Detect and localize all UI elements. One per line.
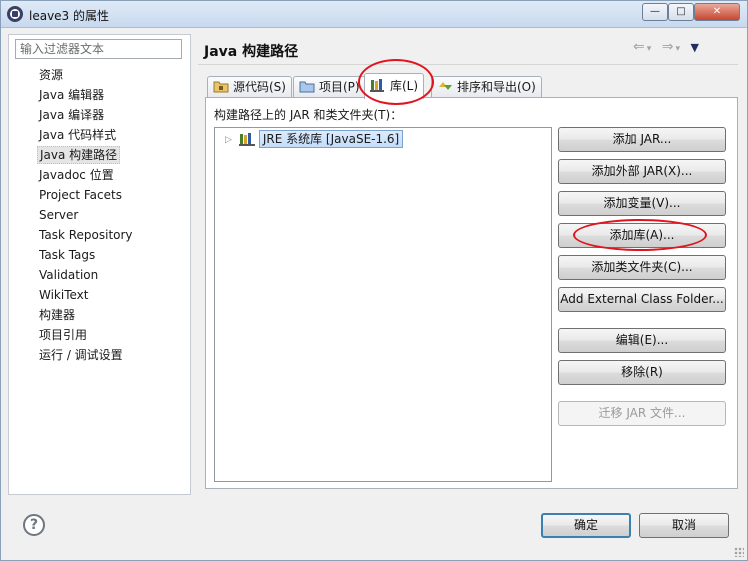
settings-tree-pane: 资源 Java 编辑器 Java 编译器 Java 代码样式 Java 构建路径… bbox=[8, 34, 191, 495]
nav-item-resource[interactable]: 资源 bbox=[9, 65, 190, 85]
minimize-button[interactable]: — bbox=[642, 3, 668, 21]
build-path-tree[interactable]: ▷ JRE 系统库 [JavaSE-1.6] bbox=[214, 127, 552, 482]
nav-item-project-facets[interactable]: Project Facets bbox=[9, 185, 190, 205]
nav-item-label: Task Tags bbox=[39, 248, 96, 262]
nav-item-wikitext[interactable]: WikiText bbox=[9, 285, 190, 305]
nav-item-label: Java 代码样式 bbox=[39, 128, 117, 142]
add-variable-button[interactable]: 添加变量(V)... bbox=[558, 191, 726, 216]
window-title: leave3 的属性 bbox=[29, 9, 110, 23]
tab-label: 项目(P) bbox=[319, 80, 360, 94]
settings-nav-list: 资源 Java 编辑器 Java 编译器 Java 代码样式 Java 构建路径… bbox=[9, 65, 190, 365]
eclipse-app-icon bbox=[7, 6, 23, 22]
tab-libraries[interactable]: 库(L) bbox=[364, 73, 425, 99]
tab-projects[interactable]: 项目(P) bbox=[293, 76, 366, 98]
add-class-folder-button[interactable]: 添加类文件夹(C)... bbox=[558, 255, 726, 280]
nav-item-validation[interactable]: Validation bbox=[9, 265, 190, 285]
nav-item-label: 运行 / 调试设置 bbox=[39, 348, 123, 362]
tab-order-export[interactable]: 排序和导出(O) bbox=[431, 76, 542, 98]
remove-button[interactable]: 移除(R) bbox=[558, 360, 726, 385]
tab-source[interactable]: 源代码(S) bbox=[207, 76, 292, 98]
tree-item-label: JRE 系统库 [JavaSE-1.6] bbox=[258, 130, 404, 148]
help-icon[interactable]: ? bbox=[23, 514, 45, 536]
properties-dialog: leave3 的属性 — □ ✕ 资源 Java 编辑器 Java 编译器 Ja… bbox=[0, 0, 748, 561]
order-export-icon bbox=[439, 82, 452, 90]
nav-item-javadoc-location[interactable]: Javadoc 位置 bbox=[9, 165, 190, 185]
add-jar-button[interactable]: 添加 JAR... bbox=[558, 127, 726, 152]
resize-grip-icon[interactable] bbox=[734, 547, 744, 557]
nav-item-label: Java 编译器 bbox=[39, 108, 105, 122]
nav-item-label: 构建器 bbox=[39, 308, 76, 322]
maximize-button[interactable]: □ bbox=[668, 3, 694, 21]
close-button[interactable]: ✕ bbox=[694, 3, 740, 21]
nav-item-label: 项目引用 bbox=[39, 328, 88, 342]
forward-arrow-icon[interactable]: ⇒ bbox=[662, 39, 674, 55]
tab-label: 源代码(S) bbox=[233, 80, 286, 94]
filter-input[interactable] bbox=[15, 39, 182, 59]
library-icon bbox=[238, 133, 255, 146]
nav-item-java-build-path[interactable]: Java 构建路径 bbox=[9, 145, 190, 165]
nav-item-label: Project Facets bbox=[39, 188, 122, 202]
header-separator bbox=[198, 64, 738, 65]
nav-item-label: 资源 bbox=[39, 68, 64, 82]
nav-item-task-repository[interactable]: Task Repository bbox=[9, 225, 190, 245]
view-menu-icon[interactable]: ▼ bbox=[690, 41, 698, 54]
title-bar[interactable]: leave3 的属性 — □ ✕ bbox=[1, 1, 747, 28]
nav-item-java-editor[interactable]: Java 编辑器 bbox=[9, 85, 190, 105]
nav-item-server[interactable]: Server bbox=[9, 205, 190, 225]
ok-button[interactable]: 确定 bbox=[541, 513, 631, 538]
nav-item-builders[interactable]: 构建器 bbox=[9, 305, 190, 325]
page-title: Java 构建路径 bbox=[204, 44, 299, 60]
nav-item-label: Javadoc 位置 bbox=[39, 168, 114, 182]
libraries-tab-panel: 构建路径上的 JAR 和类文件夹(T)： ▷ JRE 系统库 [JavaSE-1… bbox=[205, 97, 738, 489]
nav-item-task-tags[interactable]: Task Tags bbox=[9, 245, 190, 265]
back-arrow-icon[interactable]: ⇐ bbox=[633, 39, 645, 55]
migrate-jar-button[interactable]: 迁移 JAR 文件... bbox=[558, 401, 726, 426]
nav-item-label: Java 构建路径 bbox=[37, 146, 121, 164]
cancel-button[interactable]: 取消 bbox=[639, 513, 729, 538]
tab-label: 库(L) bbox=[390, 79, 419, 93]
back-menu-icon[interactable]: ▾ bbox=[647, 44, 652, 54]
build-path-label: 构建路径上的 JAR 和类文件夹(T)： bbox=[214, 108, 403, 122]
nav-item-java-code-style[interactable]: Java 代码样式 bbox=[9, 125, 190, 145]
source-folder-icon bbox=[213, 81, 229, 93]
nav-item-label: WikiText bbox=[39, 288, 89, 302]
tab-label: 排序和导出(O) bbox=[457, 80, 536, 94]
nav-item-label: Task Repository bbox=[39, 228, 133, 242]
add-external-class-folder-button[interactable]: Add External Class Folder... bbox=[558, 287, 726, 312]
library-icon bbox=[370, 79, 384, 92]
forward-menu-icon[interactable]: ▾ bbox=[675, 44, 680, 54]
nav-item-project-references[interactable]: 项目引用 bbox=[9, 325, 190, 345]
nav-item-label: Server bbox=[39, 208, 79, 222]
edit-button[interactable]: 编辑(E)... bbox=[558, 328, 726, 353]
nav-item-label: Java 编辑器 bbox=[39, 88, 105, 102]
nav-item-run-debug-settings[interactable]: 运行 / 调试设置 bbox=[9, 345, 190, 365]
nav-item-java-compiler[interactable]: Java 编译器 bbox=[9, 105, 190, 125]
project-folder-icon bbox=[299, 81, 315, 93]
add-external-jar-button[interactable]: 添加外部 JAR(X)... bbox=[558, 159, 726, 184]
expand-arrow-icon[interactable]: ▷ bbox=[225, 135, 235, 145]
nav-item-label: Validation bbox=[39, 268, 99, 282]
tree-item-jre-library[interactable]: ▷ JRE 系统库 [JavaSE-1.6] bbox=[225, 130, 404, 148]
history-navigation: ⇐ ▾ ⇒ ▾ ▼ bbox=[633, 39, 705, 57]
add-library-button[interactable]: 添加库(A)... bbox=[558, 223, 726, 248]
